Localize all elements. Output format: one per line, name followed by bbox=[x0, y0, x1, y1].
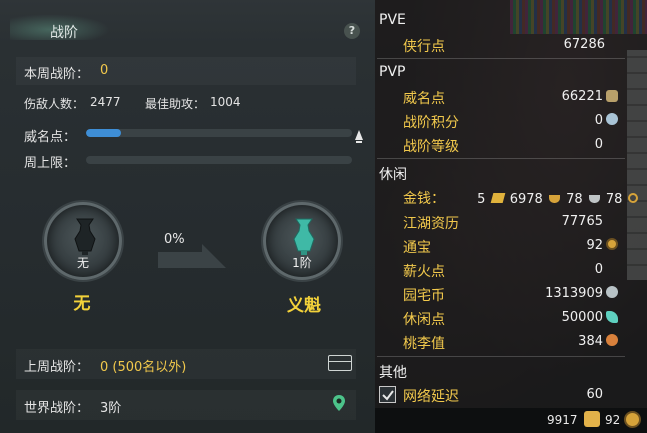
current-badge-caption: 无 bbox=[76, 256, 89, 270]
stat-label-rank-level: 战阶等级 bbox=[403, 139, 459, 155]
vase-badge-icon bbox=[293, 218, 315, 255]
latency-checkbox[interactable] bbox=[379, 386, 396, 403]
stats-tooltip-panel: PVE 侠行点 67286 PVP 威名点 66221 战阶积分 0 战阶等级 … bbox=[375, 0, 647, 433]
help-icon[interactable]: ? bbox=[344, 23, 360, 39]
stat-value-rank-score: 0 bbox=[594, 113, 603, 128]
section-pve-header: PVE bbox=[379, 12, 406, 28]
current-rank-badge[interactable]: 无 bbox=[44, 202, 122, 280]
stat-value-xinhuo: 0 bbox=[594, 262, 603, 277]
location-pin-icon[interactable] bbox=[332, 394, 346, 412]
chest-icon[interactable] bbox=[328, 355, 352, 371]
stat-label-latency: 网络延迟 bbox=[403, 389, 459, 405]
stat-label-xiaxing: 侠行点 bbox=[403, 39, 445, 55]
money-gold: 5 bbox=[477, 192, 486, 207]
money-label: 金钱： bbox=[403, 191, 445, 207]
kills-value: 2477 bbox=[90, 95, 121, 109]
panel-header: 战阶 ? bbox=[0, 0, 375, 44]
section-pvp-header: PVP bbox=[379, 64, 406, 80]
stat-value-latency: 60 bbox=[586, 387, 603, 402]
prestige-label: 威名点： bbox=[24, 130, 77, 145]
tongbao-coin-icon bbox=[624, 411, 641, 428]
money-row: 金钱： 5 6978 78 78 bbox=[403, 188, 638, 208]
stat-value-jianghu: 77765 bbox=[561, 214, 603, 229]
weekly-cap-label: 周上限： bbox=[24, 156, 77, 171]
prestige-bar bbox=[86, 129, 352, 137]
weekly-cap-bar bbox=[86, 156, 352, 164]
stat-label-yuanzhai: 园宅币 bbox=[403, 288, 445, 304]
silver-ingot-icon bbox=[548, 195, 560, 203]
panel-title: 战阶 bbox=[50, 25, 78, 41]
section-divider bbox=[377, 58, 625, 59]
stat-value-tongbao: 92 bbox=[586, 238, 603, 253]
arrow-right-icon bbox=[158, 244, 226, 268]
world-rank-value: 3阶 bbox=[100, 401, 122, 416]
money-other: 78 bbox=[605, 192, 623, 207]
yuanzhai-coin-icon bbox=[606, 286, 618, 298]
assist-value: 1004 bbox=[210, 95, 241, 109]
flag-icon bbox=[584, 411, 600, 427]
copper-ingot-icon bbox=[588, 195, 600, 203]
vase-badge-icon bbox=[74, 218, 96, 255]
next-rank-badge[interactable]: 1阶 bbox=[263, 202, 341, 280]
stat-value-leisure-points: 50000 bbox=[561, 310, 603, 325]
tongbao-coin-icon bbox=[606, 238, 618, 250]
money-silver: 6978 bbox=[509, 192, 543, 207]
last-week-rank-row: 上周战阶： 0 (500名以外) bbox=[16, 349, 356, 379]
footer-value-1: 9917 bbox=[547, 413, 578, 427]
stat-label-taoli: 桃李值 bbox=[403, 336, 445, 352]
stat-label-tongbao: 通宝 bbox=[403, 240, 431, 256]
section-leisure-header: 休闲 bbox=[379, 167, 407, 183]
stat-label-prestige: 威名点 bbox=[403, 91, 445, 107]
section-divider bbox=[377, 158, 625, 159]
assist-label: 最佳助攻： bbox=[145, 97, 206, 111]
stat-label-xinhuo: 薪火点 bbox=[403, 264, 445, 280]
money-copper: 78 bbox=[566, 192, 583, 207]
stat-value-xiaxing: 67286 bbox=[563, 37, 605, 52]
prestige-bar-fill bbox=[86, 129, 121, 137]
world-rank-row: 世界战阶： 3阶 bbox=[16, 390, 356, 420]
stat-label-jianghu: 江湖资历 bbox=[403, 216, 459, 232]
battle-rank-panel: 战阶 ? 本周战阶： 0 伤敌人数： 2477 最佳助攻： 1004 威名点： … bbox=[0, 0, 375, 433]
gold-ingot-icon bbox=[490, 193, 505, 203]
rank-score-icon bbox=[606, 113, 618, 125]
current-badge-name: 无 bbox=[73, 294, 91, 314]
weekly-rank-value: 0 bbox=[100, 63, 109, 78]
footer-value-2: 92 bbox=[605, 413, 621, 427]
checkbox-icon bbox=[382, 390, 394, 401]
currency-footer: 9917 92 bbox=[375, 408, 647, 433]
section-divider bbox=[377, 356, 625, 357]
stat-value-rank-level: 0 bbox=[594, 137, 603, 152]
section-other-header: 其他 bbox=[379, 365, 407, 381]
coin-icon bbox=[627, 193, 638, 203]
next-badge-caption: 1阶 bbox=[292, 256, 312, 270]
stat-value-taoli: 384 bbox=[578, 334, 603, 349]
last-rank-value: 0 (500名以外) bbox=[100, 360, 187, 375]
peach-icon bbox=[606, 334, 618, 346]
world-rank-label: 世界战阶： bbox=[24, 401, 90, 416]
prestige-icon bbox=[606, 90, 618, 102]
stat-label-leisure-points: 休闲点 bbox=[403, 312, 445, 328]
stat-value-prestige: 66221 bbox=[561, 89, 603, 104]
kills-label: 伤敌人数： bbox=[24, 97, 85, 111]
weekly-rank-row: 本周战阶： 0 bbox=[16, 57, 356, 85]
weekly-rank-label: 本周战阶： bbox=[24, 67, 90, 82]
prestige-marker-icon bbox=[355, 128, 363, 144]
next-badge-name: 义魁 bbox=[287, 296, 321, 316]
last-rank-label: 上周战阶： bbox=[24, 360, 90, 375]
stat-label-rank-score: 战阶积分 bbox=[403, 115, 459, 131]
stat-value-yuanzhai: 1313909 bbox=[545, 286, 603, 301]
